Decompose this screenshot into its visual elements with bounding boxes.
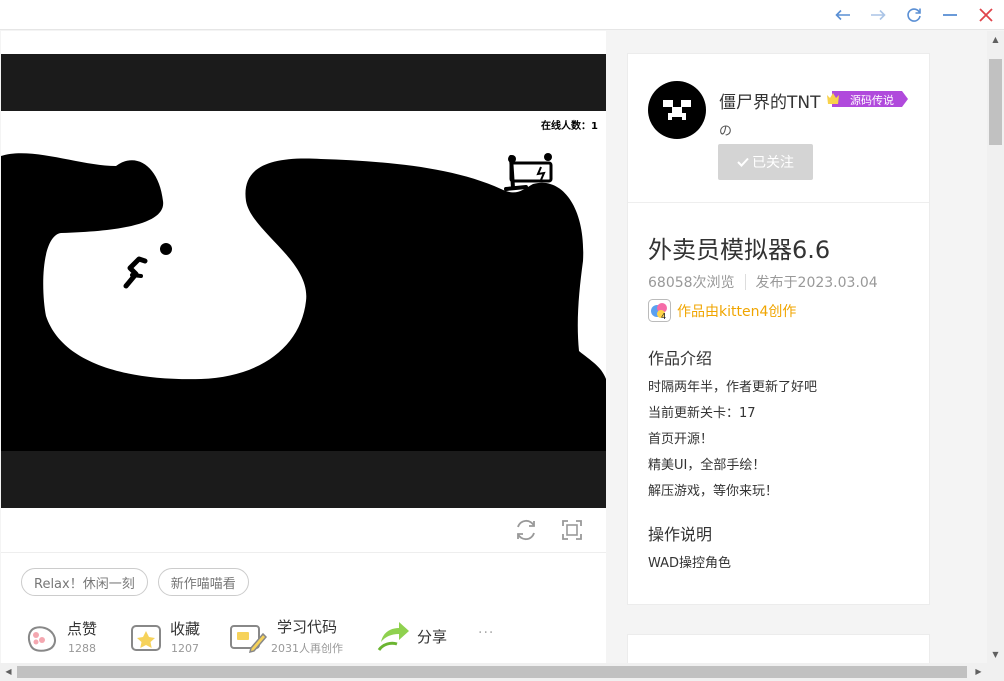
- kitten4-app-icon: 4: [648, 299, 671, 322]
- favorite-label: 收藏: [170, 619, 201, 638]
- intro-line: 时隔两年半，作者更新了好吧: [648, 380, 818, 395]
- horizontal-scroll-thumb[interactable]: [17, 666, 967, 678]
- fullscreen-icon[interactable]: [560, 518, 584, 542]
- meta-separator: [744, 274, 746, 290]
- instructions-text: WAD操控角色: [648, 556, 732, 571]
- creeper-avatar-icon: [663, 100, 691, 120]
- author-name[interactable]: 僵尸界的TNT: [719, 88, 821, 113]
- page-viewport: 在线人数：1 Relax！休闲一刻 新作喵喵看 点赞 1288 收藏 1207 …: [1, 31, 987, 663]
- work-info-card: 僵尸界的TNT 源码传说 の 已关注 外卖员模拟器6.6 68058次浏览 发布…: [627, 53, 930, 605]
- work-player-panel: 在线人数：1 Relax！休闲一刻 新作喵喵看 点赞 1288 收藏 1207 …: [1, 31, 606, 663]
- more-options-icon[interactable]: ···: [478, 625, 494, 641]
- close-icon[interactable]: [974, 3, 998, 27]
- window-titlebar: [0, 0, 1004, 30]
- game-canvas[interactable]: 在线人数：1: [1, 111, 606, 451]
- work-actions: 点赞 1288 收藏 1207 学习代码 2031人再创作 分享 ···: [23, 611, 603, 661]
- publish-date: 发布于2023.03.04: [755, 275, 878, 291]
- favorite-count: 1207: [171, 641, 199, 655]
- back-icon[interactable]: [831, 3, 855, 27]
- work-title: 外卖员模拟器6.6: [648, 236, 831, 264]
- like-label: 点赞: [67, 619, 98, 638]
- intro-line: 精美UI，全部手绘！: [648, 458, 766, 473]
- intro-line: 解压游戏，等你来玩！: [648, 484, 779, 499]
- player-controls: [1, 508, 606, 553]
- like-count: 1288: [68, 641, 96, 655]
- follow-button[interactable]: 已关注: [718, 144, 813, 180]
- forward-icon[interactable]: [866, 3, 890, 27]
- tag-item[interactable]: 新作喵喵看: [157, 568, 249, 596]
- horizontal-scrollbar[interactable]: ◀ ▶: [0, 663, 987, 681]
- game-scene: [1, 153, 606, 451]
- follow-label: 已关注: [752, 155, 794, 171]
- scroll-left-icon[interactable]: ◀: [0, 663, 17, 680]
- restart-icon[interactable]: [514, 518, 538, 542]
- svg-text:4: 4: [661, 312, 666, 321]
- intro-line: 首页开源！: [648, 432, 714, 447]
- instructions-title: 操作说明: [648, 525, 713, 544]
- creator-label: 作品由kitten4创作: [677, 303, 797, 320]
- intro-title: 作品介绍: [648, 349, 713, 368]
- scrollbar-corner: [987, 663, 1004, 681]
- vertical-scroll-thumb[interactable]: [989, 59, 1002, 145]
- author-avatar[interactable]: [648, 81, 706, 139]
- vertical-scrollbar[interactable]: ▲ ▼: [987, 31, 1004, 663]
- scroll-down-icon[interactable]: ▼: [987, 646, 1004, 663]
- view-count: 68058次浏览: [648, 275, 735, 291]
- check-icon: [737, 157, 749, 167]
- work-tags: Relax！休闲一刻 新作喵喵看: [21, 568, 249, 596]
- minimize-icon[interactable]: [938, 3, 962, 27]
- share-arrow-icon: [377, 622, 409, 651]
- badge-source-legend: 源码传说: [826, 90, 908, 108]
- learn-code-button[interactable]: 学习代码 2031人再创作: [227, 611, 343, 661]
- author-name-suffix: の: [719, 124, 733, 139]
- game-stage-frame: 在线人数：1: [1, 54, 606, 508]
- star-box-favorite-icon: [131, 625, 161, 651]
- secondary-card: [627, 634, 930, 663]
- scroll-right-icon[interactable]: ▶: [970, 663, 987, 680]
- divider: [628, 202, 929, 203]
- favorite-button[interactable]: 收藏 1207: [126, 611, 200, 661]
- share-button[interactable]: 分享: [373, 611, 447, 661]
- badge-text: 源码传说: [850, 94, 894, 107]
- pencil-book-icon: [230, 625, 267, 654]
- online-count: 在线人数：1: [541, 121, 598, 132]
- share-label: 分享: [417, 627, 448, 646]
- refresh-icon[interactable]: [902, 3, 926, 27]
- tag-item[interactable]: Relax！休闲一刻: [21, 568, 148, 596]
- paw-like-icon: [27, 626, 56, 652]
- like-button[interactable]: 点赞 1288: [23, 611, 97, 661]
- intro-line: 当前更新关卡：17: [648, 406, 756, 421]
- creator-info[interactable]: 4 作品由kitten4创作: [648, 299, 796, 322]
- remix-count: 2031人再创作: [271, 642, 343, 655]
- learn-code-label: 学习代码: [276, 618, 337, 636]
- work-meta: 68058次浏览 发布于2023.03.04: [648, 272, 878, 292]
- scroll-up-icon[interactable]: ▲: [987, 31, 1004, 48]
